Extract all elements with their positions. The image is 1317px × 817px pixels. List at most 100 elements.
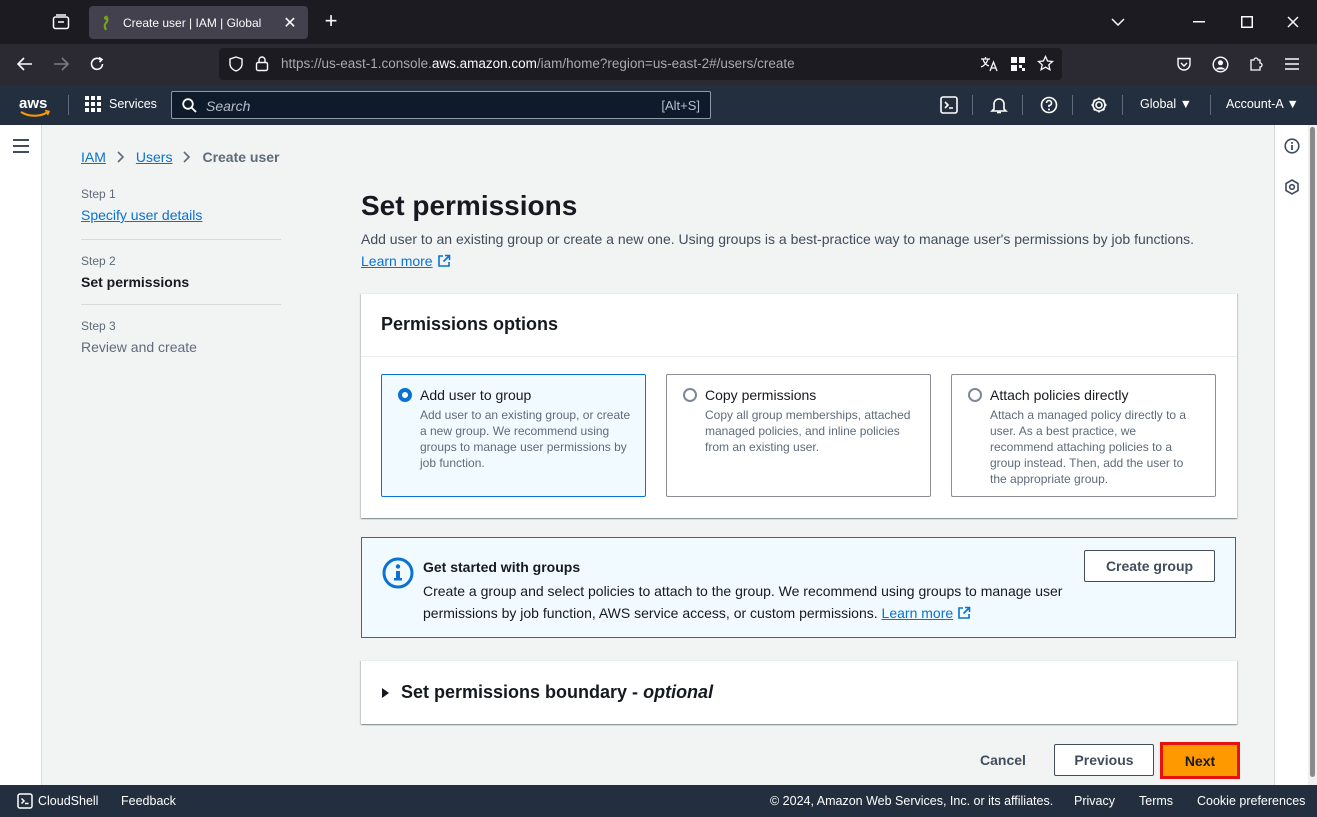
- option-description: Attach a managed policy directly to a us…: [990, 408, 1187, 486]
- console-footer: CloudShell Feedback © 2024, Amazon Web S…: [0, 785, 1317, 817]
- tab-close-icon[interactable]: ✕: [282, 13, 298, 33]
- aws-logo-icon[interactable]: aws: [18, 93, 52, 119]
- next-button[interactable]: Next: [1160, 742, 1240, 779]
- create-group-button[interactable]: Create group: [1084, 550, 1215, 582]
- radio-copy-permissions[interactable]: [683, 388, 697, 402]
- wizard-steps: Step 1 Specify user details Step 2 Set p…: [81, 187, 281, 383]
- forward-icon[interactable]: [49, 52, 73, 76]
- scrollbar-thumb[interactable]: [1310, 127, 1315, 777]
- search-placeholder: Search: [206, 98, 251, 114]
- option-description: Copy all group memberships, attached man…: [705, 408, 911, 454]
- option-title: Copy permissions: [705, 387, 817, 403]
- nav-divider: [1072, 95, 1073, 115]
- cancel-button[interactable]: Cancel: [964, 744, 1042, 776]
- learn-more-label: Learn more: [361, 253, 433, 269]
- step-specify-user-details-link[interactable]: Specify user details: [81, 207, 202, 223]
- region-selector[interactable]: Global ▼: [1140, 97, 1192, 111]
- get-started-groups-alert: Get started with groups Create a group a…: [361, 537, 1236, 638]
- account-icon[interactable]: [1208, 52, 1232, 76]
- menu-icon[interactable]: [1280, 52, 1304, 76]
- svg-text:aws: aws: [19, 95, 47, 112]
- pocket-icon[interactable]: [1172, 52, 1196, 76]
- search-shortcut: [Alt+S]: [661, 98, 700, 113]
- nav-divider: [972, 95, 973, 115]
- new-tab-icon[interactable]: +: [320, 10, 342, 34]
- search-icon: [182, 98, 197, 113]
- step-number: Step 3: [81, 319, 116, 333]
- account-caret-icon: ▼: [1286, 97, 1299, 111]
- window-close-icon[interactable]: [1281, 10, 1305, 34]
- qr-code-icon[interactable]: [1010, 56, 1026, 72]
- step-review-and-create: Review and create: [81, 339, 197, 355]
- services-grid-icon: [85, 96, 101, 112]
- external-link-icon: [958, 606, 971, 619]
- privacy-link[interactable]: Privacy: [1074, 794, 1115, 808]
- breadcrumb-chevron-icon: [183, 151, 191, 163]
- option-copy-permissions[interactable]: Copy permissions Copy all group membersh…: [666, 374, 931, 497]
- region-caret-icon: ▼: [1179, 97, 1192, 111]
- option-attach-policies-directly[interactable]: Attach policies directly Attach a manage…: [951, 374, 1216, 497]
- explorer-hexagon-icon[interactable]: [1284, 179, 1300, 195]
- nav-divider: [1122, 95, 1123, 115]
- caret-right-icon: [382, 687, 389, 698]
- lock-icon[interactable]: [255, 55, 269, 72]
- terms-link[interactable]: Terms: [1139, 794, 1173, 808]
- account-menu[interactable]: Account-A ▼: [1226, 97, 1299, 111]
- url-text[interactable]: https://us-east-1.console.aws.amazon.com…: [281, 56, 795, 71]
- radio-add-user-to-group[interactable]: [398, 388, 412, 402]
- tab-title: Create user | IAM | Global: [123, 15, 262, 30]
- breadcrumb-users[interactable]: Users: [136, 149, 173, 165]
- nav-divider: [68, 95, 69, 115]
- aws-favicon-icon: [103, 14, 109, 30]
- aws-top-nav: aws Services Search [Alt+S] Global ▼ Acc…: [0, 85, 1317, 125]
- alert-title: Get started with groups: [423, 559, 581, 575]
- alert-body: Create a group and select policies to at…: [423, 583, 1063, 621]
- reload-icon[interactable]: [85, 52, 109, 76]
- shield-icon[interactable]: [228, 56, 244, 72]
- url-bar[interactable]: https://us-east-1.console.aws.amazon.com…: [219, 48, 1062, 80]
- radio-attach-policies-directly[interactable]: [968, 388, 982, 402]
- cloudshell-footer-button[interactable]: CloudShell: [17, 793, 98, 809]
- translate-icon[interactable]: [980, 56, 998, 72]
- tab-list-chevron-icon[interactable]: [1106, 10, 1130, 34]
- help-icon[interactable]: [1039, 95, 1059, 115]
- settings-gear-icon[interactable]: [1089, 95, 1109, 115]
- bookmark-star-icon[interactable]: [1037, 55, 1054, 72]
- breadcrumb-iam[interactable]: IAM: [81, 149, 106, 165]
- tab-overview-icon[interactable]: [48, 10, 74, 34]
- minimize-icon[interactable]: [1187, 10, 1211, 34]
- cookie-preferences-link[interactable]: Cookie preferences: [1197, 794, 1305, 808]
- permissions-boundary-expander[interactable]: Set permissions boundary - optional: [361, 660, 1237, 724]
- hamburger-menu-icon[interactable]: [13, 139, 29, 153]
- step-number: Step 1: [81, 187, 116, 201]
- active-tab[interactable]: Create user | IAM | Global ✕: [89, 6, 308, 39]
- back-icon[interactable]: [13, 52, 37, 76]
- notifications-bell-icon[interactable]: [989, 95, 1009, 115]
- maximize-icon[interactable]: [1235, 10, 1259, 34]
- tools-rail: [1274, 125, 1308, 785]
- cloudshell-footer-icon: [17, 793, 33, 809]
- nav-divider: [1210, 95, 1211, 115]
- services-menu[interactable]: Services: [85, 96, 157, 112]
- breadcrumb-current: Create user: [202, 149, 280, 165]
- services-label: Services: [109, 97, 157, 111]
- learn-more-link[interactable]: Learn more: [361, 253, 451, 269]
- browser-nav-bar: https://us-east-1.console.aws.amazon.com…: [0, 44, 1317, 85]
- page-scrollbar[interactable]: [1308, 125, 1317, 785]
- alert-learn-more-link[interactable]: Learn more: [882, 605, 954, 621]
- previous-button[interactable]: Previous: [1054, 744, 1154, 776]
- boundary-label: Set permissions boundary -: [401, 682, 639, 702]
- step-3: Step 3 Review and create: [81, 319, 281, 369]
- feedback-link[interactable]: Feedback: [121, 794, 176, 808]
- permissions-options-card: Permissions options Add user to group Ad…: [361, 293, 1237, 518]
- console-search-input[interactable]: Search [Alt+S]: [171, 91, 711, 119]
- side-navigation-rail: [0, 125, 42, 785]
- step-2: Step 2 Set permissions: [81, 254, 281, 305]
- option-add-user-to-group[interactable]: Add user to group Add user to an existin…: [381, 374, 646, 497]
- extensions-icon[interactable]: [1244, 52, 1268, 76]
- cloudshell-icon[interactable]: [939, 95, 959, 115]
- breadcrumb: IAM Users Create user: [81, 149, 280, 165]
- external-link-icon: [437, 254, 450, 267]
- info-panel-icon[interactable]: [1284, 138, 1300, 154]
- option-title: Add user to group: [420, 387, 532, 403]
